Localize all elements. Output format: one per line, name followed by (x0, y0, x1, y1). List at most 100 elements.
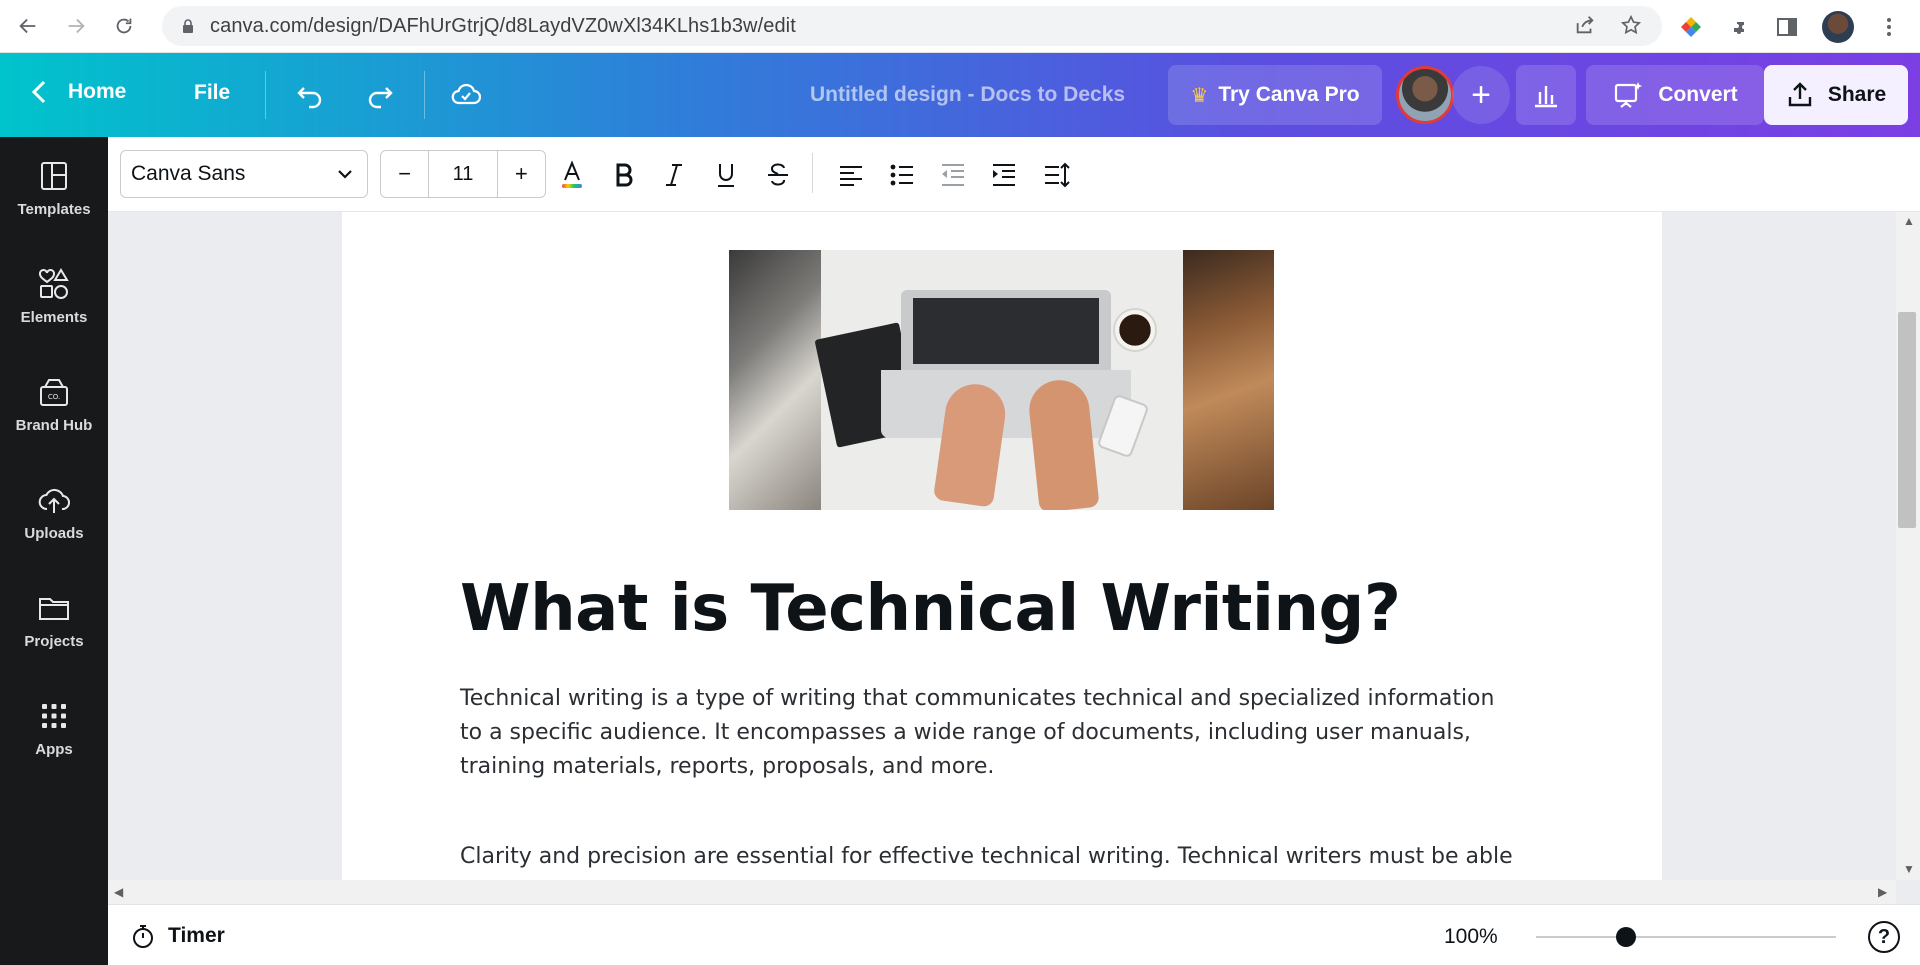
convert-label: Convert (1658, 83, 1738, 106)
increase-font-size-button[interactable]: + (498, 151, 545, 197)
bold-button[interactable] (604, 155, 644, 195)
decrease-indent-button[interactable] (933, 155, 973, 195)
undo-button[interactable] (292, 77, 328, 113)
bullet-list-button[interactable] (882, 155, 922, 195)
cloud-check-icon (451, 83, 481, 105)
sidebar-item-apps[interactable]: Apps (0, 677, 108, 777)
increase-indent-button[interactable] (984, 155, 1024, 195)
coffee-mug-shape (1113, 308, 1157, 352)
url-text: canva.com/design/DAFhUrGtrjQ/d8LaydVZ0wX… (210, 14, 796, 37)
design-title[interactable]: Untitled design - Docs to Decks (810, 83, 1125, 107)
italic-button[interactable] (654, 155, 694, 195)
zoom-slider-track[interactable] (1536, 936, 1836, 938)
line-spacing-icon (1045, 162, 1070, 188)
bold-icon (616, 163, 633, 187)
user-avatar[interactable] (1396, 66, 1454, 124)
cloud-saved-button[interactable] (448, 77, 484, 113)
browser-menu-icon[interactable] (1876, 14, 1902, 40)
align-left-icon (840, 166, 862, 186)
underline-icon (718, 164, 734, 187)
image-left-panel (729, 250, 821, 510)
keyboard-shape (913, 298, 1099, 364)
chevron-down-icon (338, 170, 352, 179)
back-arrow-icon (19, 18, 36, 34)
brand-hub-icon: CO. (40, 379, 68, 406)
help-button[interactable]: ? (1868, 921, 1900, 953)
share-page-icon[interactable] (1574, 14, 1596, 36)
projects-folder-icon (39, 598, 69, 620)
document-paragraph[interactable]: Technical writing is a type of writing t… (460, 682, 1520, 784)
redo-button[interactable] (362, 77, 398, 113)
extensions-puzzle-icon[interactable] (1726, 14, 1752, 40)
bookmark-star-icon[interactable] (1620, 14, 1642, 36)
sidebar-item-uploads[interactable]: Uploads (0, 461, 108, 561)
editor-footer: Timer 100% ? (108, 904, 1920, 965)
reload-button[interactable] (104, 6, 144, 46)
sidebar-item-brand-hub[interactable]: CO. Brand Hub (0, 353, 108, 453)
sidebar-item-projects[interactable]: Projects (0, 569, 108, 669)
scroll-right-arrow-icon[interactable]: ▶ (1878, 885, 1887, 899)
browser-profile-avatar[interactable] (1822, 10, 1854, 43)
sidebar-item-templates[interactable]: Templates (0, 137, 108, 237)
redo-icon (368, 87, 393, 109)
add-collaborator-button[interactable]: + (1452, 66, 1510, 124)
underline-button[interactable] (706, 155, 746, 195)
text-color-icon (562, 160, 582, 188)
canvas-area[interactable]: What is Technical Writing? Technical wri… (108, 212, 1920, 904)
uploads-icon (38, 488, 70, 513)
horizontal-scrollbar[interactable]: ◀ ▶ (108, 880, 1896, 904)
convert-button[interactable]: Convert (1586, 65, 1764, 125)
toolbar-divider (812, 153, 813, 193)
address-bar[interactable]: canva.com/design/DAFhUrGtrjQ/d8LaydVZ0wX… (162, 6, 1662, 46)
forward-button[interactable] (56, 6, 96, 46)
home-label: Home (68, 80, 127, 103)
text-color-button[interactable] (552, 155, 592, 195)
header-divider (265, 71, 266, 119)
scroll-left-arrow-icon[interactable]: ◀ (114, 885, 123, 899)
insights-button[interactable] (1516, 65, 1576, 125)
font-family-dropdown[interactable]: Canva Sans (120, 150, 368, 198)
strikethrough-icon (768, 163, 788, 186)
svg-text:CO.: CO. (48, 393, 60, 401)
try-canva-pro-button[interactable]: ♛ Try Canva Pro (1168, 65, 1382, 125)
reload-icon (116, 18, 132, 34)
editor-header: Home File Untitled design - Docs to Deck… (0, 53, 1920, 137)
zoom-slider-handle[interactable] (1616, 927, 1636, 947)
italic-icon (666, 164, 682, 186)
scroll-down-arrow-icon[interactable]: ▼ (1903, 862, 1915, 876)
text-format-toolbar: Canva Sans − 11 + (108, 137, 1920, 212)
sidebar-item-label: Apps (35, 741, 73, 758)
timer-label: Timer (168, 924, 225, 947)
line-spacing-button[interactable] (1036, 155, 1076, 195)
font-size-input[interactable]: 11 (428, 151, 498, 197)
image-right-panel (1183, 250, 1274, 510)
share-button[interactable]: Share (1764, 65, 1908, 125)
align-left-button[interactable] (831, 155, 871, 195)
timer-button[interactable]: Timer (130, 923, 225, 949)
decrease-font-size-button[interactable]: − (381, 151, 428, 197)
file-menu-button[interactable]: File (194, 81, 230, 105)
trackpad-shape (881, 370, 1131, 438)
presentation-sparkle-icon (1615, 82, 1643, 108)
indent-icon (993, 164, 1015, 186)
zoom-level[interactable]: 100% (1444, 925, 1498, 949)
strikethrough-button[interactable] (758, 155, 798, 195)
sidebar-item-elements[interactable]: Elements (0, 245, 108, 345)
extension-colorful-icon[interactable] (1678, 14, 1704, 40)
home-button[interactable]: Home (30, 79, 126, 105)
laptop-desk-image[interactable] (729, 250, 1274, 510)
lock-icon (183, 19, 193, 33)
try-pro-label: Try Canva Pro (1218, 83, 1360, 106)
undo-icon (297, 87, 322, 109)
side-panel-icon[interactable] (1774, 14, 1800, 40)
vertical-scroll-thumb[interactable] (1898, 312, 1916, 528)
back-button[interactable] (8, 6, 48, 46)
sidebar-item-label: Brand Hub (15, 417, 93, 434)
document-page[interactable]: What is Technical Writing? Technical wri… (342, 212, 1662, 904)
sidebar-item-label: Elements (20, 309, 88, 326)
image-center-panel (814, 250, 1183, 510)
scroll-up-arrow-icon[interactable]: ▲ (1903, 214, 1915, 228)
font-size-stepper: − 11 + (380, 150, 546, 198)
document-heading[interactable]: What is Technical Writing? (460, 572, 1401, 646)
share-label: Share (1827, 83, 1887, 106)
